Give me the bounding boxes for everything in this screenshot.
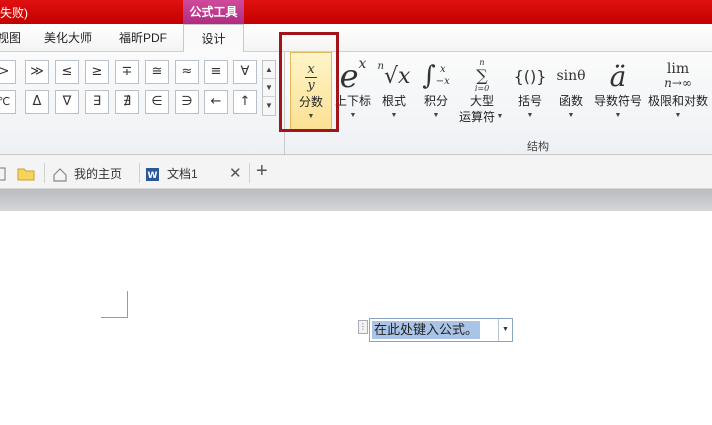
document-tab-bar: 我的主页 W 文档1 ✕ + <box>0 155 712 189</box>
symbol-not-exists[interactable]: ∄ <box>115 90 139 114</box>
new-tab-plus-icon[interactable]: + <box>256 160 268 183</box>
accent-icon: ä <box>609 59 627 93</box>
symbol-nabla[interactable]: ∇ <box>55 90 79 114</box>
script-label: 上下标 <box>334 94 371 108</box>
symbol-less-equal[interactable]: ≤ <box>55 60 79 84</box>
limit-log-label: 极限和对数 <box>647 94 708 108</box>
chevron-down-icon: ▼ <box>349 112 357 119</box>
symbol-left-arrow[interactable]: ← <box>204 90 228 114</box>
symbol-exists[interactable]: ∃ <box>85 90 109 114</box>
symbol-minus-plus[interactable]: ∓ <box>115 60 139 84</box>
large-operator-label: 大型 <box>469 94 494 108</box>
chevron-down-icon: ▼ <box>674 112 682 119</box>
title-bar: 失败) 公式工具 <box>0 0 712 24</box>
bracket-icon: {()} <box>513 66 547 86</box>
window-title: 失败) <box>0 6 28 20</box>
chevron-down-icon: ▼ <box>614 112 622 119</box>
doc-tab-home[interactable]: 我的主页 <box>52 159 138 189</box>
function-button[interactable]: sinθ 函数 ▼ <box>551 52 591 142</box>
accent-button[interactable]: ä 导数符号 ▼ <box>592 52 644 142</box>
gallery-more-icon[interactable]: ▼ <box>263 97 275 115</box>
scroll-up-icon[interactable]: ▲ <box>263 61 275 79</box>
annotation-highlight-box <box>279 32 339 132</box>
home-icon <box>53 168 67 182</box>
chevron-down-icon: ▼ <box>567 112 575 119</box>
symbol-much-greater[interactable]: ≫ <box>25 60 49 84</box>
symbol-delta[interactable]: Δ <box>25 90 49 114</box>
symbol-celsius[interactable]: ℃ <box>0 90 16 114</box>
folder-icon[interactable] <box>17 166 35 181</box>
limit-log-button[interactable]: lim n→∞ 极限和对数 ▼ <box>645 52 711 142</box>
copy-icon[interactable] <box>0 167 8 181</box>
doc-tab-home-label: 我的主页 <box>74 167 123 181</box>
word-document-icon: W <box>146 168 159 181</box>
scroll-down-icon[interactable]: ▼ <box>263 79 275 97</box>
limit-icon: lim n→∞ <box>664 61 692 90</box>
symbol-for-all[interactable]: ∀ <box>233 60 257 84</box>
tab-beautify-master[interactable]: 美化大师 <box>38 24 98 52</box>
tab-design[interactable]: 设计 <box>183 24 244 53</box>
context-tab-equation-tools: 公式工具 <box>183 0 244 24</box>
symbol-greater-equal[interactable]: ≥ <box>85 60 109 84</box>
margin-corner-mark <box>127 291 128 317</box>
doc-tab-document1[interactable]: W 文档1 ✕ <box>145 159 245 189</box>
symbol-identical[interactable]: ≡ <box>204 60 228 84</box>
ribbon-tab-strip: 视图 美化大师 福昕PDF 设计 <box>0 24 712 53</box>
bracket-button[interactable]: {()} 括号 ▼ <box>510 52 550 142</box>
symbol-greater[interactable]: > <box>0 60 16 84</box>
equation-placeholder[interactable]: 在此处键入公式。 <box>372 321 481 339</box>
equation-options-chevron-icon[interactable]: ▼ <box>498 319 512 341</box>
integral-label: 积分 <box>423 94 448 108</box>
summation-icon: n ∑ i=0 <box>474 58 490 93</box>
symbol-congruent[interactable]: ≅ <box>145 60 169 84</box>
radical-button[interactable]: n √x 根式 ▼ <box>374 52 414 142</box>
tab-foxit-pdf[interactable]: 福昕PDF <box>112 24 174 52</box>
symbol-contains[interactable]: ∋ <box>175 90 199 114</box>
symbol-gallery-scroller[interactable]: ▲ ▼ ▼ <box>262 60 276 116</box>
script-icon: e x <box>339 56 367 95</box>
equation-input-box[interactable]: 在此处键入公式。 ▼ <box>369 318 513 342</box>
function-label: 函数 <box>558 94 583 108</box>
ruler-band <box>0 189 712 211</box>
equation-handle-icon[interactable]: ⋮ <box>358 320 368 334</box>
structures-group-label: 结构 <box>527 141 549 153</box>
document-canvas[interactable]: ⋮ 在此处键入公式。 ▼ <box>0 211 712 425</box>
chevron-down-icon: ▼ <box>526 112 534 119</box>
integral-button[interactable]: ∫ x −x 积分 ▼ <box>416 52 456 142</box>
tab-view[interactable]: 视图 <box>0 24 24 52</box>
chevron-down-icon: ▼ <box>496 113 504 120</box>
radical-label: 根式 <box>381 94 406 108</box>
close-icon[interactable]: ✕ <box>229 159 242 189</box>
doc-tab-document1-label: 文档1 <box>167 167 198 181</box>
radical-icon: n √x <box>377 60 411 89</box>
integral-icon: ∫ x −x <box>422 61 450 91</box>
accent-label: 导数符号 <box>593 94 642 108</box>
svg-text:W: W <box>148 171 158 181</box>
bracket-label: 括号 <box>517 94 542 108</box>
function-icon: sinθ <box>556 68 586 84</box>
ribbon-panel: > ≫ ≤ ≥ ∓ ≅ ≈ ≡ ∀ ℃ Δ ∇ ∃ ∄ ∈ ∋ ← ↑ ▲ ▼ … <box>0 52 712 155</box>
symbol-approx[interactable]: ≈ <box>175 60 199 84</box>
large-operator-button[interactable]: n ∑ i=0 大型 运算符 ▼ <box>457 52 507 142</box>
symbol-element-of[interactable]: ∈ <box>145 90 169 114</box>
script-button[interactable]: e x 上下标 ▼ <box>333 52 373 142</box>
symbol-up-arrow[interactable]: ↑ <box>233 90 257 114</box>
margin-corner-mark <box>101 317 128 318</box>
chevron-down-icon: ▼ <box>432 112 440 119</box>
chevron-down-icon: ▼ <box>390 112 398 119</box>
